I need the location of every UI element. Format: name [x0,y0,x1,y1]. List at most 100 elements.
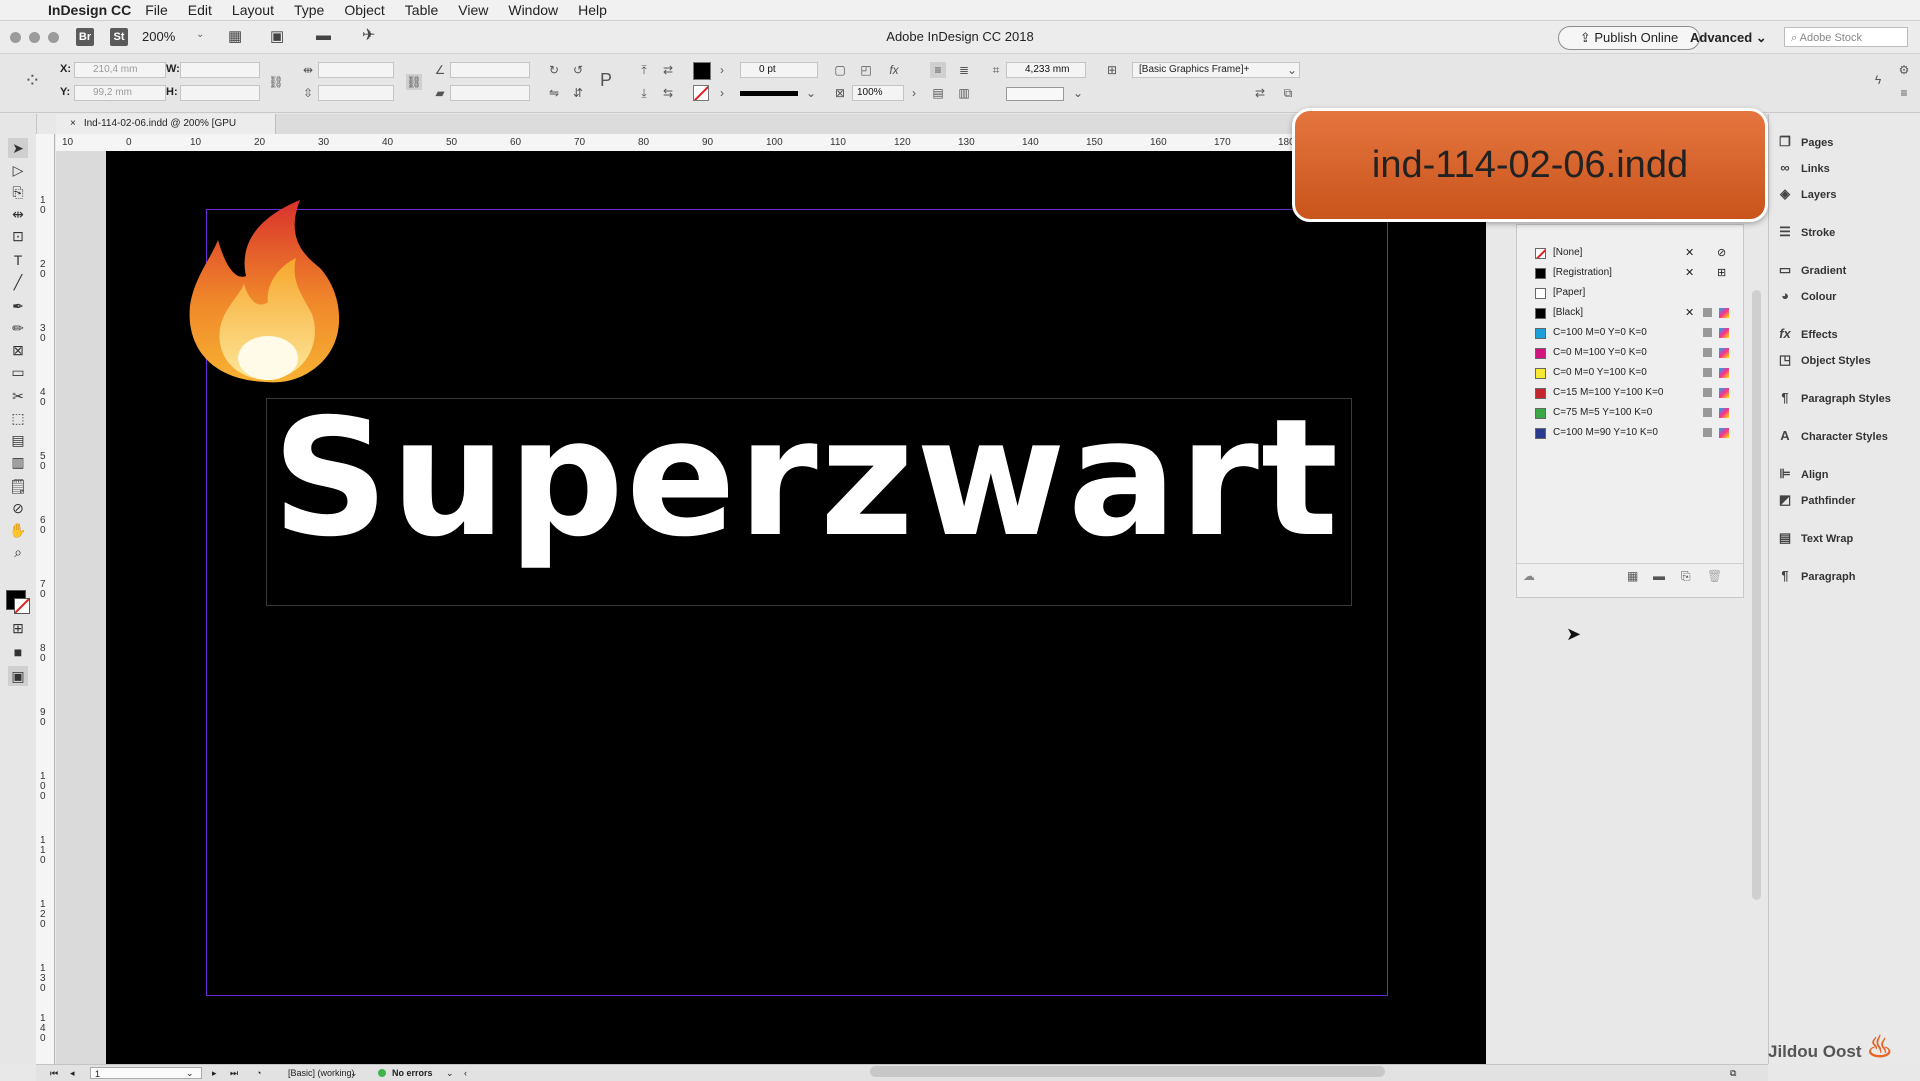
document-heading[interactable]: Superzwart [272,385,1340,573]
corner-shape-chevron-icon[interactable]: ⌄ [1070,85,1086,101]
rectangle-frame-tool-icon[interactable]: ⊠ [8,340,28,360]
dock-item-layers[interactable]: ◈ Layers [1777,184,1836,204]
document-tab[interactable]: ×Ind-114-02-06.indd @ 200% [GPU Preview] [56,114,276,149]
quick-apply-icon[interactable]: ⧉ [1280,85,1296,101]
menu-help[interactable]: Help [578,2,607,18]
text-wrap-none-icon[interactable]: ▤ [930,85,946,101]
swatch-row-red[interactable]: C=15 M=100 Y=100 K=0 [1517,383,1743,403]
stroke-type-chevron-icon[interactable]: ⌄ [803,85,819,101]
zoom-tool-icon[interactable]: ⌕ [8,542,28,562]
split-window-icon[interactable]: ⧉ [1730,1065,1736,1081]
dock-item-align[interactable]: ⊫ Align [1777,464,1828,484]
rotate-counterclockwise-icon[interactable]: ↺ [570,62,586,78]
flip-vertical-icon[interactable]: ⇵ [570,85,586,101]
color-profile-label[interactable]: [Basic] (working) [288,1065,355,1081]
x-position-field[interactable]: 210,4 mm [74,62,166,78]
new-color-group-icon[interactable]: ▬ [1653,569,1665,583]
swatch-row-magenta[interactable]: C=0 M=100 Y=0 K=0 [1517,343,1743,363]
fitting-icon[interactable]: ▢ [832,62,848,78]
previous-page-icon[interactable]: ◂ [70,1065,75,1081]
lightning-icon[interactable]: ϟ [1870,72,1886,88]
swatch-row-registration[interactable]: [Registration] ✕ ⊞ [1517,263,1743,283]
stroke-type-swatch[interactable] [740,91,798,96]
reference-point-icon[interactable]: ⁘ [24,68,48,92]
menu-file[interactable]: File [145,2,168,18]
horizontal-scrollbar[interactable] [870,1066,1385,1077]
constrain-proportions-icon[interactable]: ⛓ [268,74,284,90]
corner-size-field[interactable]: 4,233 mm [1006,62,1086,78]
select-container-icon[interactable]: ⤒ [636,62,652,78]
stroke-swatch[interactable] [693,85,709,101]
rotate-clockwise-icon[interactable]: ↻ [546,62,562,78]
rotation-angle-field[interactable] [450,62,530,78]
width-field[interactable] [180,62,260,78]
corner-shape-select[interactable] [1006,87,1064,101]
constrain-scale-icon[interactable]: ⛓ [406,74,422,90]
next-page-icon[interactable]: ▸ [212,1065,217,1081]
screen-mode-icon[interactable]: ▣ [8,666,28,686]
type-tool-icon[interactable]: T [8,250,28,270]
select-content-icon[interactable]: ⤓ [636,85,652,101]
select-previous-object-icon[interactable]: ⇆ [660,85,676,101]
shear-angle-field[interactable] [450,85,530,101]
dock-item-paragraph-styles[interactable]: ¶ Paragraph Styles [1777,388,1891,408]
opacity-chevron-icon[interactable]: › [906,85,922,101]
fill-swatch[interactable] [693,62,711,80]
eyedropper-tool-icon[interactable]: ⊘ [8,498,28,518]
last-page-icon[interactable]: ⏭ [230,1065,238,1081]
menu-type[interactable]: Type [294,2,324,18]
dock-item-effects[interactable]: fx Effects [1777,324,1837,344]
gradient-feather-tool-icon[interactable]: ▥ [8,452,28,472]
select-next-object-icon[interactable]: ⇄ [660,62,676,78]
swatch-row-paper[interactable]: [Paper] [1517,283,1743,303]
drop-shadow-icon[interactable]: ◰ [858,62,874,78]
dock-item-links[interactable]: ∞ Links [1777,158,1829,178]
opacity-field[interactable]: 100% [852,85,904,101]
hand-tool-icon[interactable]: ✋ [8,520,28,540]
stroke-chevron-icon[interactable]: › [714,85,730,101]
fx-icon[interactable]: fx [886,62,902,78]
dock-item-text-wrap[interactable]: ▤ Text Wrap [1777,528,1853,548]
free-transform-tool-icon[interactable]: ⬚ [8,408,28,428]
scroll-left-icon[interactable]: ‹ [464,1065,467,1081]
chevron-down-icon[interactable]: ⌄ [186,1065,194,1081]
object-style-chevron-icon[interactable]: ⌄ [1284,62,1300,78]
swatch-row-green[interactable]: C=75 M=5 Y=100 K=0 [1517,403,1743,423]
swatch-row-cyan[interactable]: C=100 M=0 Y=0 K=0 [1517,323,1743,343]
text-wrap-box-icon[interactable]: ▥ [956,85,972,101]
dock-item-object-styles[interactable]: ◳ Object Styles [1777,350,1871,370]
open-document-icon[interactable]: ◔ [256,1065,261,1081]
align-stroke-inside-icon[interactable]: ≣ [956,62,972,78]
flip-horizontal-icon[interactable]: ⇋ [546,85,562,101]
line-tool-icon[interactable]: ╱ [8,272,28,292]
pen-tool-icon[interactable]: ✒ [8,296,28,316]
gear-icon[interactable]: ⚙ [1896,62,1912,78]
dock-item-stroke[interactable]: ☰ Stroke [1777,222,1835,242]
app-menu[interactable]: InDesign CC [48,2,131,18]
gradient-swatch-tool-icon[interactable]: ▤ [8,430,28,450]
apply-color-icon[interactable]: ■ [8,642,28,662]
gap-tool-icon[interactable]: ⇹ [8,204,28,224]
dock-item-pages[interactable]: ❐ Pages [1777,132,1833,152]
rectangle-tool-icon[interactable]: ▭ [8,362,28,382]
menu-table[interactable]: Table [405,2,438,18]
content-collector-icon[interactable]: ⊡ [8,226,28,246]
vertical-ruler[interactable]: 1 0 2 0 3 0 4 0 5 0 6 0 7 0 8 0 9 0 1 0 … [36,134,55,1064]
y-position-field[interactable]: 99,2 mm [74,85,166,101]
formatting-container-icon[interactable]: ⊞ [8,618,28,638]
scale-y-field[interactable] [318,85,394,101]
swatch-row-black[interactable]: [Black] ✕ [1517,303,1743,323]
dock-item-colour[interactable]: ◕ Colour [1777,286,1836,306]
scale-x-field[interactable] [318,62,394,78]
show-swatches-icon[interactable]: ▦ [1627,569,1638,583]
height-field[interactable] [180,85,260,101]
fill-chevron-icon[interactable]: › [714,62,730,78]
publish-online-button[interactable]: ⇪ Publish Online [1558,26,1700,50]
panel-menu-icon[interactable]: ≡ [1896,85,1912,101]
stroke-weight-field[interactable]: 0 pt [740,62,818,78]
swatch-row-yellow[interactable]: C=0 M=0 Y=100 K=0 [1517,363,1743,383]
corner-options-icon[interactable]: ⌗ [988,62,1004,78]
pencil-tool-icon[interactable]: ✏ [8,318,28,338]
object-style-select[interactable]: [Basic Graphics Frame]+ [1132,62,1300,78]
close-tab-icon[interactable]: × [70,118,76,129]
